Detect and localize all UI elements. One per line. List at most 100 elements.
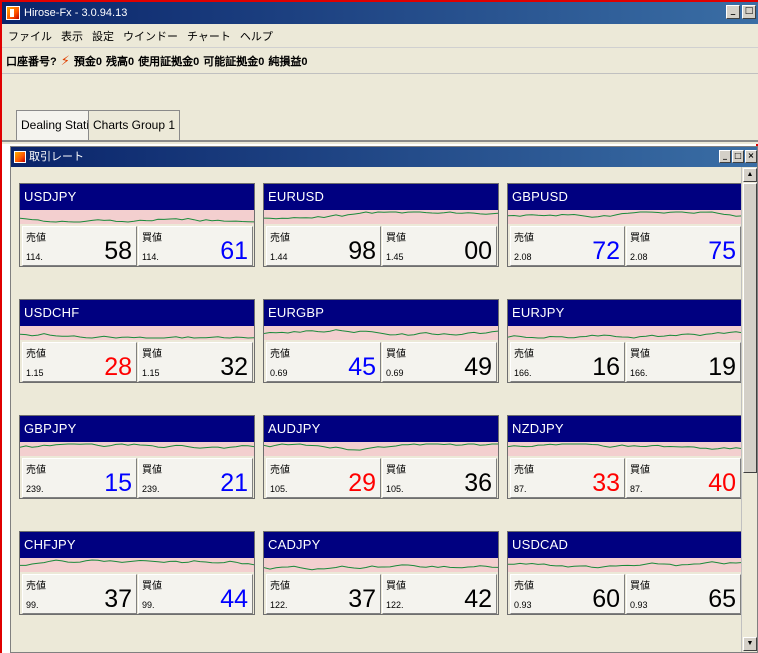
sell-big-figure: 105. — [270, 484, 288, 494]
rates-window-titlebar: 取引レート _ □ × — [11, 147, 757, 167]
pair-symbol: USDCHF — [20, 300, 254, 326]
rate-panel-cadjpy: CADJPY 売値 122. 37 買値 122. 42 — [263, 531, 499, 615]
buy-big-figure: 87. — [630, 484, 643, 494]
tab-divider — [2, 140, 758, 142]
account-number: 口座番号? — [6, 55, 57, 68]
used-margin-value: 使用証拠金0 — [138, 55, 200, 68]
buy-pips: 32 — [220, 353, 248, 381]
sell-pips: 29 — [348, 469, 376, 497]
sell-big-figure: 87. — [514, 484, 527, 494]
rates-minimize-button[interactable]: _ — [719, 150, 731, 163]
sell-label: 売値 — [270, 465, 290, 476]
sell-button[interactable]: 売値 2.08 72 — [510, 226, 625, 266]
scroll-up-icon[interactable]: ▲ — [743, 168, 757, 182]
vertical-scrollbar[interactable]: ▲ ▼ — [741, 167, 757, 652]
sell-pips: 16 — [592, 353, 620, 381]
sell-button[interactable]: 売値 166. 16 — [510, 342, 625, 382]
sell-big-figure: 114. — [26, 252, 43, 262]
pair-symbol: USDCAD — [508, 532, 742, 558]
sell-label: 売値 — [514, 465, 534, 476]
rate-panel-nzdjpy: NZDJPY 売値 87. 33 買値 87. 40 — [507, 415, 743, 499]
buy-button[interactable]: 買値 1.15 32 — [138, 342, 253, 382]
pair-symbol: AUDJPY — [264, 416, 498, 442]
workspace-tabs: Dealing Station Charts Group 1 — [2, 74, 758, 144]
price-sparkline — [264, 326, 498, 340]
buy-button[interactable]: 買値 99. 44 — [138, 574, 253, 614]
buy-button[interactable]: 買値 122. 42 — [382, 574, 497, 614]
menu-view[interactable]: 表示 — [61, 28, 83, 44]
buy-big-figure: 0.93 — [630, 600, 648, 610]
sell-big-figure: 122. — [270, 600, 288, 610]
buy-button[interactable]: 買値 239. 21 — [138, 458, 253, 498]
buy-big-figure: 1.15 — [142, 368, 160, 378]
buy-button[interactable]: 買値 0.93 65 — [626, 574, 741, 614]
minimize-button[interactable]: _ — [726, 5, 740, 19]
sell-label: 売値 — [270, 349, 290, 360]
sell-button[interactable]: 売値 122. 37 — [266, 574, 381, 614]
sell-button[interactable]: 売値 1.44 98 — [266, 226, 381, 266]
sell-button[interactable]: 売値 1.15 28 — [22, 342, 137, 382]
menu-chart[interactable]: チャート — [187, 28, 231, 44]
buy-label: 買値 — [386, 581, 406, 592]
sell-label: 売値 — [26, 349, 46, 360]
buy-big-figure: 2.08 — [630, 252, 648, 262]
buy-pips: 19 — [708, 353, 736, 381]
pair-symbol: NZDJPY — [508, 416, 742, 442]
sell-button[interactable]: 売値 87. 33 — [510, 458, 625, 498]
sell-pips: 28 — [104, 353, 132, 381]
rate-panel-usdchf: USDCHF 売値 1.15 28 買値 1.15 32 — [19, 299, 255, 383]
sell-pips: 60 — [592, 585, 620, 613]
menu-window[interactable]: ウインドー — [123, 28, 178, 44]
price-sparkline — [508, 326, 742, 340]
buy-pips: 61 — [220, 237, 248, 265]
buy-label: 買値 — [386, 233, 406, 244]
buy-button[interactable]: 買値 114. 61 — [138, 226, 253, 266]
sell-button[interactable]: 売値 99. 37 — [22, 574, 137, 614]
buy-pips: 65 — [708, 585, 736, 613]
buy-label: 買値 — [386, 349, 406, 360]
menu-file[interactable]: ファイル — [8, 28, 52, 44]
sell-button[interactable]: 売値 105. 29 — [266, 458, 381, 498]
buy-button[interactable]: 買値 0.69 49 — [382, 342, 497, 382]
price-sparkline — [20, 326, 254, 340]
rate-panel-eurgbp: EURGBP 売値 0.69 45 買値 0.69 49 — [263, 299, 499, 383]
sell-button[interactable]: 売値 239. 15 — [22, 458, 137, 498]
sell-button[interactable]: 売値 0.69 45 — [266, 342, 381, 382]
rate-panel-usdcad: USDCAD 売値 0.93 60 買値 0.93 65 — [507, 531, 743, 615]
buy-button[interactable]: 買値 2.08 75 — [626, 226, 741, 266]
sell-label: 売値 — [26, 581, 46, 592]
rate-panel-gbpusd: GBPUSD 売値 2.08 72 買値 2.08 75 — [507, 183, 743, 267]
pair-symbol: EURJPY — [508, 300, 742, 326]
menu-settings[interactable]: 設定 — [92, 28, 114, 44]
buy-button[interactable]: 買値 1.45 00 — [382, 226, 497, 266]
buy-big-figure: 105. — [386, 484, 404, 494]
rates-maximize-button[interactable]: □ — [732, 150, 744, 163]
sell-big-figure: 0.69 — [270, 368, 288, 378]
sell-big-figure: 239. — [26, 484, 44, 494]
rates-window-controls: _ □ × — [719, 150, 757, 163]
buy-button[interactable]: 買値 87. 40 — [626, 458, 741, 498]
account-toolbar: 口座番号? ⚡ 預金0 残高0 使用証拠金0 可能証拠金0 純損益0 — [2, 48, 758, 74]
sell-label: 売値 — [26, 233, 46, 244]
buy-big-figure: 239. — [142, 484, 160, 494]
sell-button[interactable]: 売値 114. 58 — [22, 226, 137, 266]
sell-label: 売値 — [26, 465, 46, 476]
sell-pips: 58 — [104, 237, 132, 265]
lightning-icon[interactable]: ⚡ — [61, 53, 70, 69]
rates-close-button[interactable]: × — [745, 150, 757, 163]
buy-button[interactable]: 買値 105. 36 — [382, 458, 497, 498]
scroll-down-icon[interactable]: ▼ — [743, 637, 757, 651]
pair-symbol: GBPJPY — [20, 416, 254, 442]
pair-symbol: CADJPY — [264, 532, 498, 558]
rate-panel-eurjpy: EURJPY 売値 166. 16 買値 166. 19 — [507, 299, 743, 383]
buy-pips: 21 — [220, 469, 248, 497]
buy-button[interactable]: 買値 166. 19 — [626, 342, 741, 382]
scroll-thumb[interactable] — [743, 183, 757, 473]
sell-big-figure: 166. — [514, 368, 532, 378]
menu-help[interactable]: ヘルプ — [240, 28, 273, 44]
tab-charts-group-1[interactable]: Charts Group 1 — [88, 110, 181, 140]
maximize-button[interactable]: □ — [742, 5, 756, 19]
deposit-value: 預金0 — [73, 55, 102, 68]
app-logo-icon — [6, 6, 20, 20]
sell-button[interactable]: 売値 0.93 60 — [510, 574, 625, 614]
